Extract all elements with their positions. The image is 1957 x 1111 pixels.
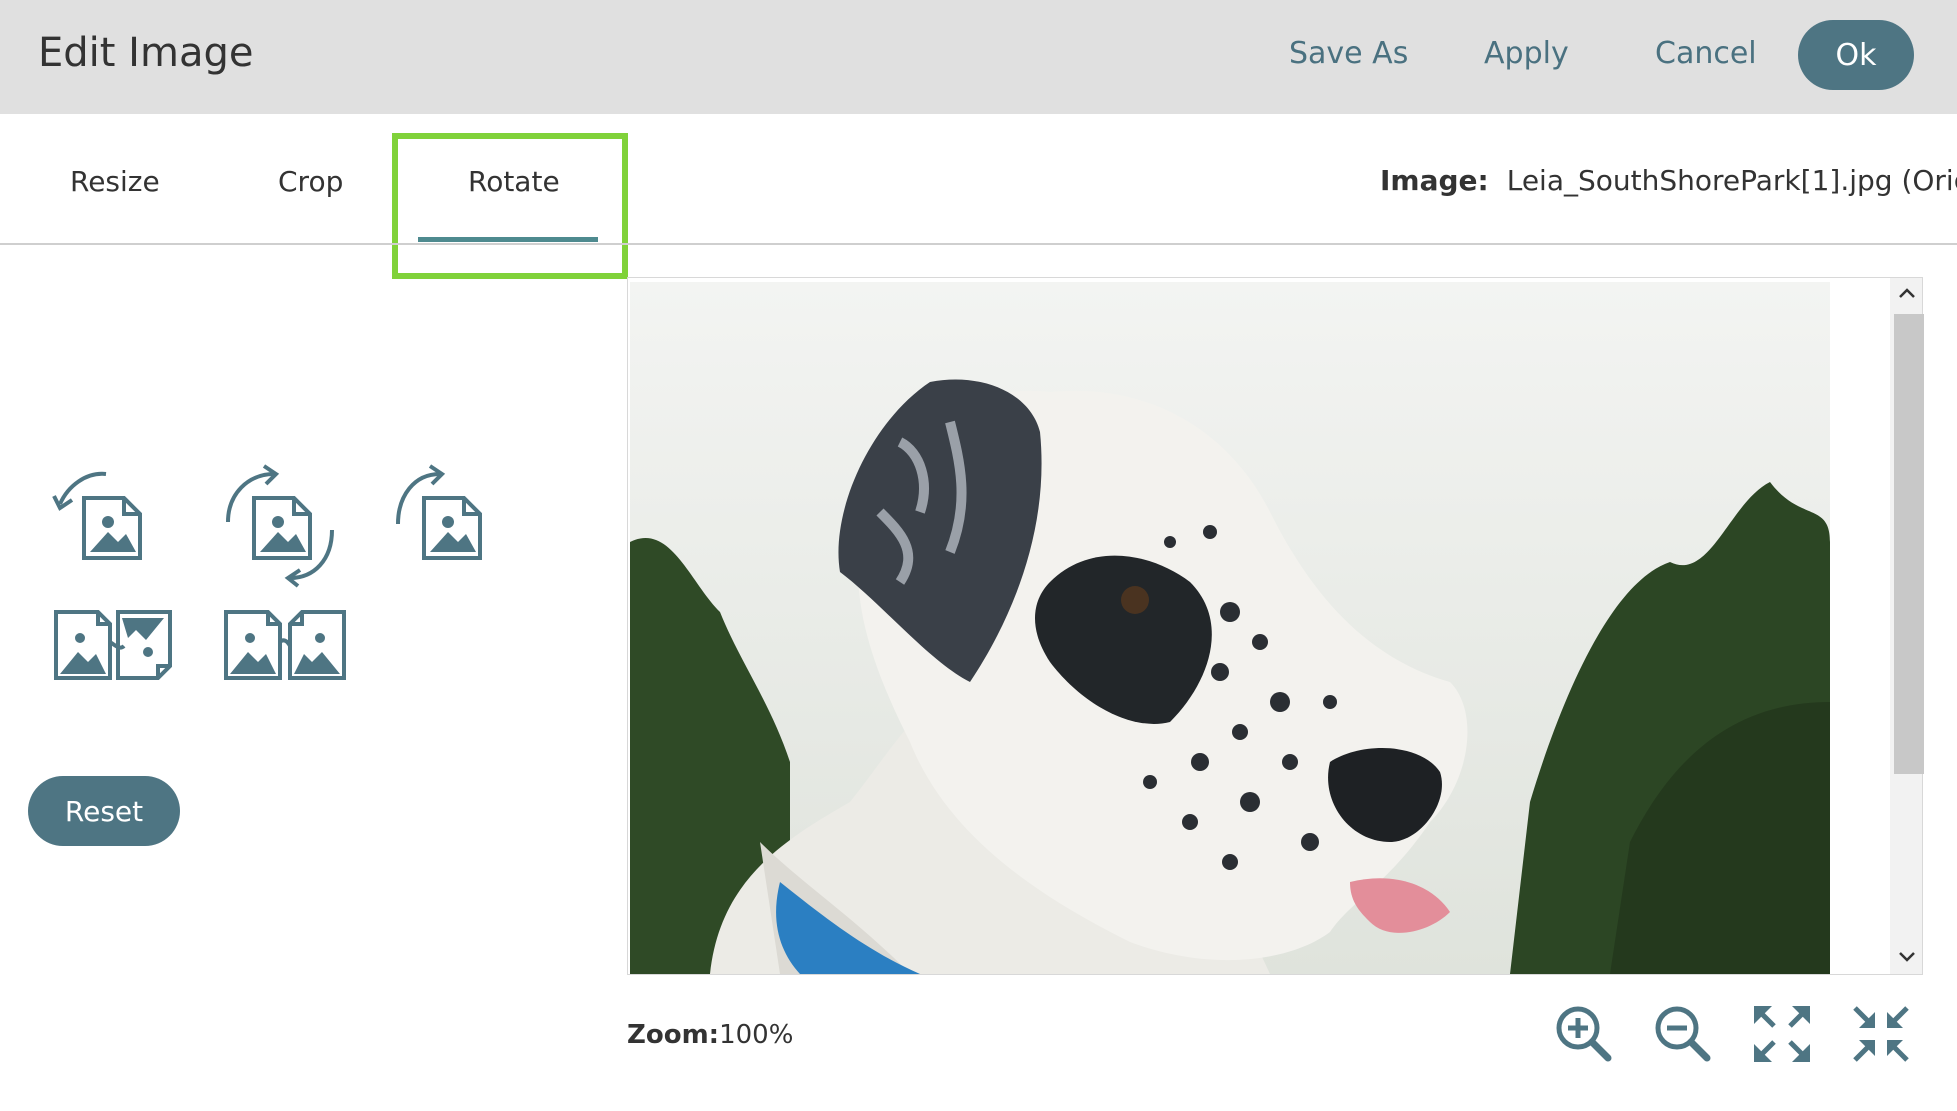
zoom-in-icon[interactable] — [1554, 1004, 1614, 1064]
scroll-up-icon[interactable] — [1898, 286, 1916, 300]
dialog-header: Edit Image Save As Apply Cancel Ok — [0, 0, 1957, 114]
reset-button[interactable]: Reset — [28, 776, 180, 846]
ok-button[interactable]: Ok — [1798, 20, 1914, 90]
zoom-readout: Zoom:100% — [627, 1020, 793, 1050]
zoom-value: 100% — [719, 1020, 794, 1050]
zoom-out-icon[interactable] — [1653, 1004, 1713, 1064]
vertical-scrollbar[interactable] — [1890, 278, 1924, 974]
scrollbar-thumb[interactable] — [1894, 314, 1924, 774]
rotate-180-icon[interactable] — [220, 460, 340, 588]
flip-horizontal-icon[interactable] — [52, 606, 178, 686]
tab-crop[interactable]: Crop — [278, 165, 343, 198]
tab-highlight-box — [392, 133, 628, 279]
rotate-right-icon[interactable] — [390, 460, 510, 580]
compress-icon[interactable] — [1851, 1004, 1911, 1064]
zoom-label: Zoom: — [627, 1020, 720, 1050]
image-info: Image: Leia_SouthShorePark[1].jpg (Origin… — [1380, 164, 1957, 197]
image-filename: Leia_SouthShorePark[1].jpg (Original) — [1506, 164, 1957, 197]
apply-button[interactable]: Apply — [1484, 36, 1569, 71]
image-label: Image: — [1380, 164, 1489, 197]
save-as-button[interactable]: Save As — [1289, 36, 1408, 71]
cancel-button[interactable]: Cancel — [1655, 36, 1757, 71]
scroll-down-icon[interactable] — [1898, 950, 1916, 964]
tab-divider — [0, 243, 1957, 245]
image-viewer[interactable] — [627, 277, 1924, 975]
tab-resize[interactable]: Resize — [70, 165, 160, 198]
rotate-left-icon[interactable] — [50, 460, 170, 580]
flip-vertical-icon[interactable] — [222, 606, 348, 686]
expand-icon[interactable] — [1752, 1004, 1812, 1064]
dog-photo — [630, 282, 1830, 974]
dialog-title: Edit Image — [38, 30, 254, 76]
